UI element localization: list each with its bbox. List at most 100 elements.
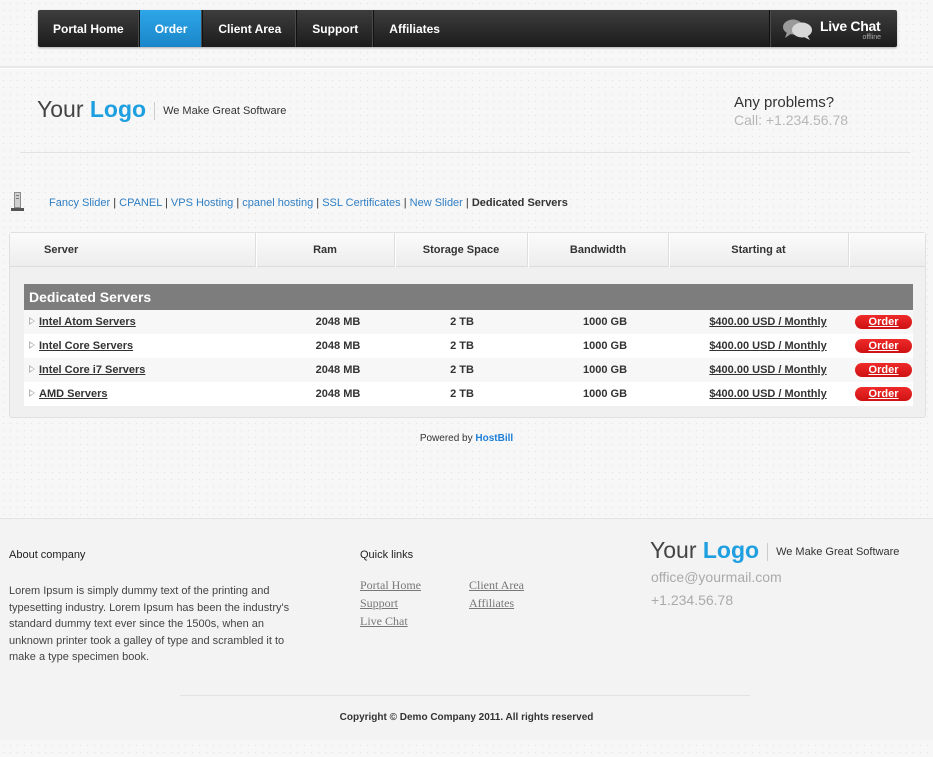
chat-bubbles-icon [782, 18, 814, 43]
footer-email: office@yourmail.com [651, 569, 782, 585]
problems-phone: Call: +1.234.56.78 [734, 112, 849, 128]
product-name-link[interactable]: AMD Servers [39, 388, 107, 400]
table-row: Intel Atom Servers 2048 MB 2 TB 1000 GB … [24, 310, 913, 334]
table-row: Intel Core Servers 2048 MB 2 TB 1000 GB … [24, 334, 913, 358]
footer-link-portal-home[interactable]: Portal Home [360, 576, 421, 594]
logo-separator [154, 101, 156, 120]
category-link-cpanel-hosting[interactable]: cpanel hosting [242, 197, 313, 209]
logo-brand: Logo [89, 96, 147, 122]
product-name-link[interactable]: Intel Atom Servers [39, 316, 136, 328]
crumb-separator: | [233, 197, 243, 209]
product-name-link[interactable]: Intel Core i7 Servers [39, 364, 145, 376]
footer-logo-tagline: We Make Great Software [776, 545, 900, 558]
column-header-bandwidth: Bandwidth [528, 233, 669, 267]
category-link-ssl-certificates[interactable]: SSL Certificates [322, 197, 400, 209]
triangle-arrow-icon [29, 317, 35, 325]
triangle-arrow-icon [29, 365, 35, 373]
product-price-link[interactable]: $400.00 USD / Monthly [693, 388, 843, 400]
category-link-vps-hosting[interactable]: VPS Hosting [171, 197, 233, 209]
order-button[interactable]: Order [855, 387, 912, 401]
footer-link-live-chat[interactable]: Live Chat [360, 612, 421, 630]
category-current: Dedicated Servers [471, 197, 568, 209]
product-ram: 2048 MB [315, 316, 361, 328]
product-storage: 2 TB [450, 388, 474, 400]
about-company-text: Lorem Ipsum is simply dummy text of the … [9, 585, 290, 663]
top-navbar: Portal Home Order Client Area Support Af… [38, 10, 897, 47]
order-button[interactable]: Order [855, 339, 912, 353]
product-price-link[interactable]: $400.00 USD / Monthly [693, 364, 843, 376]
product-storage: 2 TB [450, 316, 474, 328]
product-price-link[interactable]: $400.00 USD / Monthly [693, 316, 843, 328]
order-button[interactable]: Order [855, 363, 912, 377]
product-bandwidth: 1000 GB [582, 340, 628, 352]
category-link-fancy-slider[interactable]: Fancy Slider [49, 197, 110, 209]
order-button[interactable]: Order [855, 315, 912, 329]
footer-logo-brand: Logo [702, 537, 760, 563]
powered-by-prefix: Powered by [419, 433, 473, 444]
product-storage: 2 TB [450, 364, 474, 376]
product-storage: 2 TB [450, 340, 474, 352]
powered-by: Powered by HostBill [0, 433, 933, 444]
main-nav: Portal Home Order Client Area Support Af… [38, 10, 455, 47]
product-list: Intel Atom Servers 2048 MB 2 TB 1000 GB … [24, 310, 913, 406]
copyright: Copyright © Demo Company 2011. All right… [339, 712, 594, 723]
site-logo[interactable]: Your Logo We Make Great Software [37, 96, 286, 123]
crumb-separator: | [462, 197, 472, 209]
about-company-title: About company [9, 549, 86, 561]
problems-title: Any problems? [734, 94, 835, 111]
crumb-separator: | [161, 197, 171, 209]
category-heading: Dedicated Servers [24, 284, 913, 310]
live-chat-status: offline [862, 34, 881, 41]
nav-affiliates[interactable]: Affiliates [374, 10, 455, 47]
footer-phone: +1.234.56.78 [651, 592, 734, 608]
footer-logo-prefix: Your [650, 537, 697, 563]
crumb-separator: | [110, 197, 120, 209]
column-header-server: Server [10, 233, 256, 267]
logo-prefix: Your [37, 96, 84, 122]
footer-link-client-area[interactable]: Client Area [469, 576, 524, 594]
nav-support[interactable]: Support [297, 10, 375, 47]
column-header-ram: Ram [256, 233, 395, 267]
product-price-link[interactable]: $400.00 USD / Monthly [693, 340, 843, 352]
table-row: Intel Core i7 Servers 2048 MB 2 TB 1000 … [24, 358, 913, 382]
live-chat-button[interactable]: Live Chat offline [769, 10, 897, 47]
product-bandwidth: 1000 GB [582, 316, 628, 328]
triangle-arrow-icon [29, 341, 35, 349]
category-breadcrumb: Fancy Slider | CPANEL | VPS Hosting | cp… [49, 197, 568, 209]
product-ram: 2048 MB [315, 340, 361, 352]
category-link-new-slider[interactable]: New Slider [410, 197, 463, 209]
table-row: AMD Servers 2048 MB 2 TB 1000 GB $400.00… [24, 382, 913, 406]
footer-logo-separator [767, 542, 769, 561]
column-header-storage: Storage Space [395, 233, 528, 267]
product-bandwidth: 1000 GB [582, 388, 628, 400]
quick-links-col-2: Client Area Affiliates [469, 576, 524, 612]
quick-links-col-1: Portal Home Support Live Chat [360, 576, 421, 630]
product-ram: 2048 MB [315, 388, 361, 400]
server-tower-icon [11, 192, 25, 217]
nav-client-area[interactable]: Client Area [203, 10, 298, 47]
header-divider [0, 66, 933, 69]
table-header: Server Ram Storage Space Bandwidth Start… [10, 233, 925, 267]
column-header-starting-at: Starting at [669, 233, 849, 267]
logo-tagline: We Make Great Software [163, 104, 287, 117]
category-link-cpanel[interactable]: CPANEL [119, 197, 162, 209]
nav-portal-home[interactable]: Portal Home [38, 10, 140, 47]
product-name-link[interactable]: Intel Core Servers [39, 340, 133, 352]
footer-link-affiliates[interactable]: Affiliates [469, 594, 524, 612]
footer-logo[interactable]: Your Logo We Make Great Software [650, 537, 899, 564]
crumb-separator: | [400, 197, 410, 209]
support-contact: Any problems? Call: +1.234.56.78 [734, 94, 848, 128]
footer-link-support[interactable]: Support [360, 594, 421, 612]
section-divider [20, 152, 910, 153]
column-header-actions [849, 233, 925, 267]
nav-order[interactable]: Order [139, 10, 204, 47]
product-bandwidth: 1000 GB [582, 364, 628, 376]
crumb-separator: | [313, 197, 323, 209]
hostbill-link[interactable]: HostBill [475, 433, 513, 444]
footer-divider [180, 695, 750, 696]
triangle-arrow-icon [29, 389, 35, 397]
product-ram: 2048 MB [315, 364, 361, 376]
quick-links-title: Quick links [360, 549, 414, 561]
site-footer: About company Lorem Ipsum is simply dumm… [0, 518, 933, 740]
products-panel: Server Ram Storage Space Bandwidth Start… [9, 232, 926, 418]
